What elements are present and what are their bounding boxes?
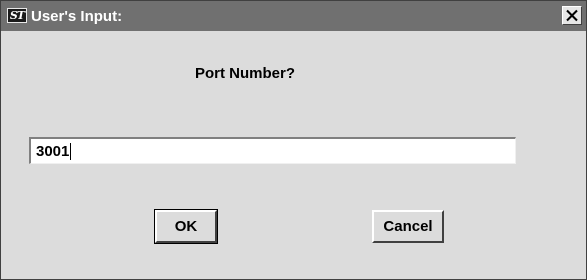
title-bar[interactable]: ST User's Input: — [1, 1, 586, 31]
port-number-input[interactable]: 3001 — [29, 137, 516, 164]
text-caret — [70, 143, 72, 160]
window-title: User's Input: — [31, 8, 123, 25]
ok-button[interactable]: OK — [154, 209, 218, 244]
close-button[interactable] — [562, 6, 582, 25]
input-value: 3001 — [36, 143, 72, 160]
cancel-button[interactable]: Cancel — [372, 210, 444, 243]
close-icon — [566, 9, 578, 22]
input-dialog: ST User's Input: Port Number? 3001 OK Ca… — [0, 0, 587, 280]
prompt-label: Port Number? — [194, 65, 295, 82]
app-logo-icon: ST — [7, 8, 27, 23]
